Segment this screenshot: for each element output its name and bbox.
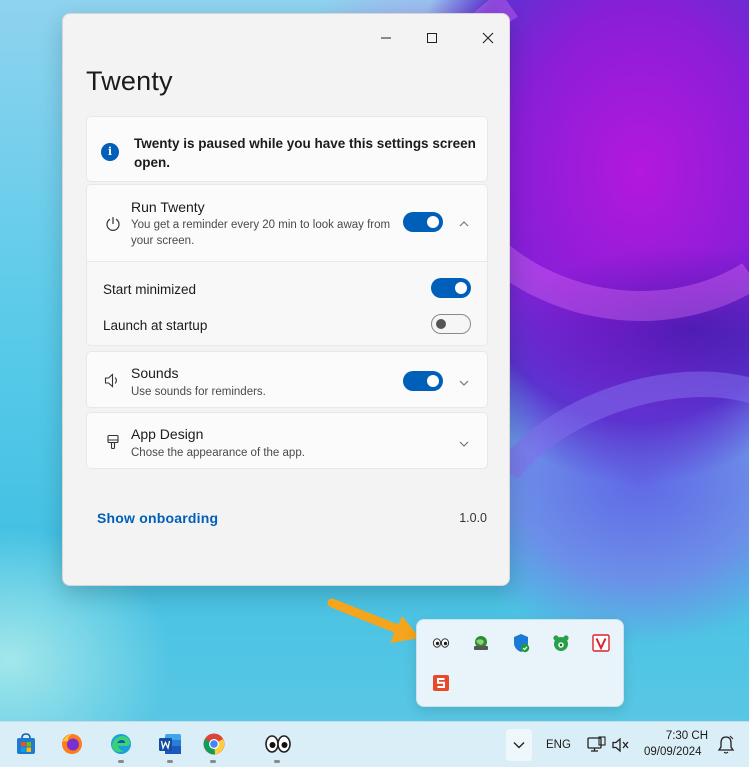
- running-indicator: [167, 760, 173, 763]
- maximize-button[interactable]: [409, 24, 455, 52]
- launch-at-startup-toggle[interactable]: [431, 314, 471, 334]
- network-globe-icon[interactable]: [470, 632, 492, 654]
- start-minimized-toggle[interactable]: [431, 278, 471, 298]
- microsoft-store-icon[interactable]: [12, 730, 40, 758]
- start-minimized-label: Start minimized: [103, 282, 197, 297]
- taskbar: ENG 7:30 CH 09/09/2024: [0, 721, 749, 767]
- chevron-down-icon[interactable]: [459, 436, 469, 454]
- sounds-description: Use sounds for reminders.: [131, 386, 266, 398]
- info-banner: i Twenty is paused while you have this s…: [86, 116, 488, 182]
- app-design-expander[interactable]: App Design Chose the appearance of the a…: [86, 412, 488, 469]
- speaker-muted-icon[interactable]: [608, 731, 634, 759]
- sounds-toggle[interactable]: [403, 371, 443, 391]
- sounds-title: Sounds: [131, 365, 179, 381]
- run-twenty-toggle[interactable]: [403, 212, 443, 232]
- sounds-expander[interactable]: Sounds Use sounds for reminders.: [86, 351, 488, 408]
- chrome-icon[interactable]: [200, 730, 228, 758]
- close-icon: [482, 32, 494, 44]
- info-icon: i: [101, 143, 119, 161]
- chevron-down-icon: [513, 742, 525, 749]
- launch-at-startup-label: Launch at startup: [103, 318, 208, 333]
- show-hidden-icons-button[interactable]: [506, 729, 532, 761]
- minimize-button[interactable]: [363, 24, 409, 52]
- defender-shield-icon[interactable]: [510, 632, 532, 654]
- chevron-up-icon[interactable]: [459, 216, 469, 234]
- word-icon[interactable]: [156, 730, 184, 758]
- page-title: Twenty: [86, 66, 173, 96]
- version-label: 1.0.0: [459, 511, 487, 525]
- green-bear-icon[interactable]: [550, 632, 572, 654]
- app-design-title: App Design: [131, 426, 204, 442]
- maximize-icon: [427, 33, 437, 43]
- twenty-eyes-icon[interactable]: [430, 632, 452, 654]
- pointer-arrow: [327, 598, 420, 643]
- speaker-icon: [104, 373, 121, 393]
- power-icon: [105, 216, 121, 237]
- twenty-eyes-icon[interactable]: [263, 730, 293, 758]
- chevron-down-icon[interactable]: [459, 375, 469, 393]
- edge-icon[interactable]: [107, 730, 135, 758]
- clock-time[interactable]: 7:30 CH: [656, 730, 708, 742]
- close-button[interactable]: [465, 24, 511, 52]
- input-language-indicator[interactable]: ENG: [546, 739, 571, 751]
- running-indicator: [118, 760, 124, 763]
- info-banner-text: Twenty is paused while you have this set…: [134, 136, 476, 170]
- show-onboarding-link[interactable]: Show onboarding: [97, 510, 218, 526]
- running-indicator: [274, 760, 280, 763]
- app-design-description: Chose the appearance of the app.: [131, 447, 305, 459]
- notification-bell-icon[interactable]: [712, 731, 740, 759]
- twenty-settings-window: Twenty i Twenty is paused while you have…: [62, 13, 510, 586]
- red-s-icon[interactable]: [430, 672, 452, 694]
- system-tray-overflow-flyout: [416, 619, 624, 707]
- paintbrush-icon: [106, 434, 120, 455]
- red-v-icon[interactable]: [590, 632, 612, 654]
- clock-date[interactable]: 09/09/2024: [644, 746, 702, 758]
- run-twenty-title: Run Twenty: [131, 199, 205, 215]
- run-twenty-expander: Run Twenty You get a reminder every 20 m…: [86, 184, 488, 346]
- network-monitor-icon[interactable]: [582, 731, 610, 759]
- minimize-icon: [381, 37, 391, 39]
- running-indicator: [210, 760, 216, 763]
- firefox-icon[interactable]: [58, 730, 86, 758]
- run-twenty-description: You get a reminder every 20 min to look …: [131, 219, 391, 247]
- run-twenty-options: Start minimized Launch at startup: [87, 262, 487, 345]
